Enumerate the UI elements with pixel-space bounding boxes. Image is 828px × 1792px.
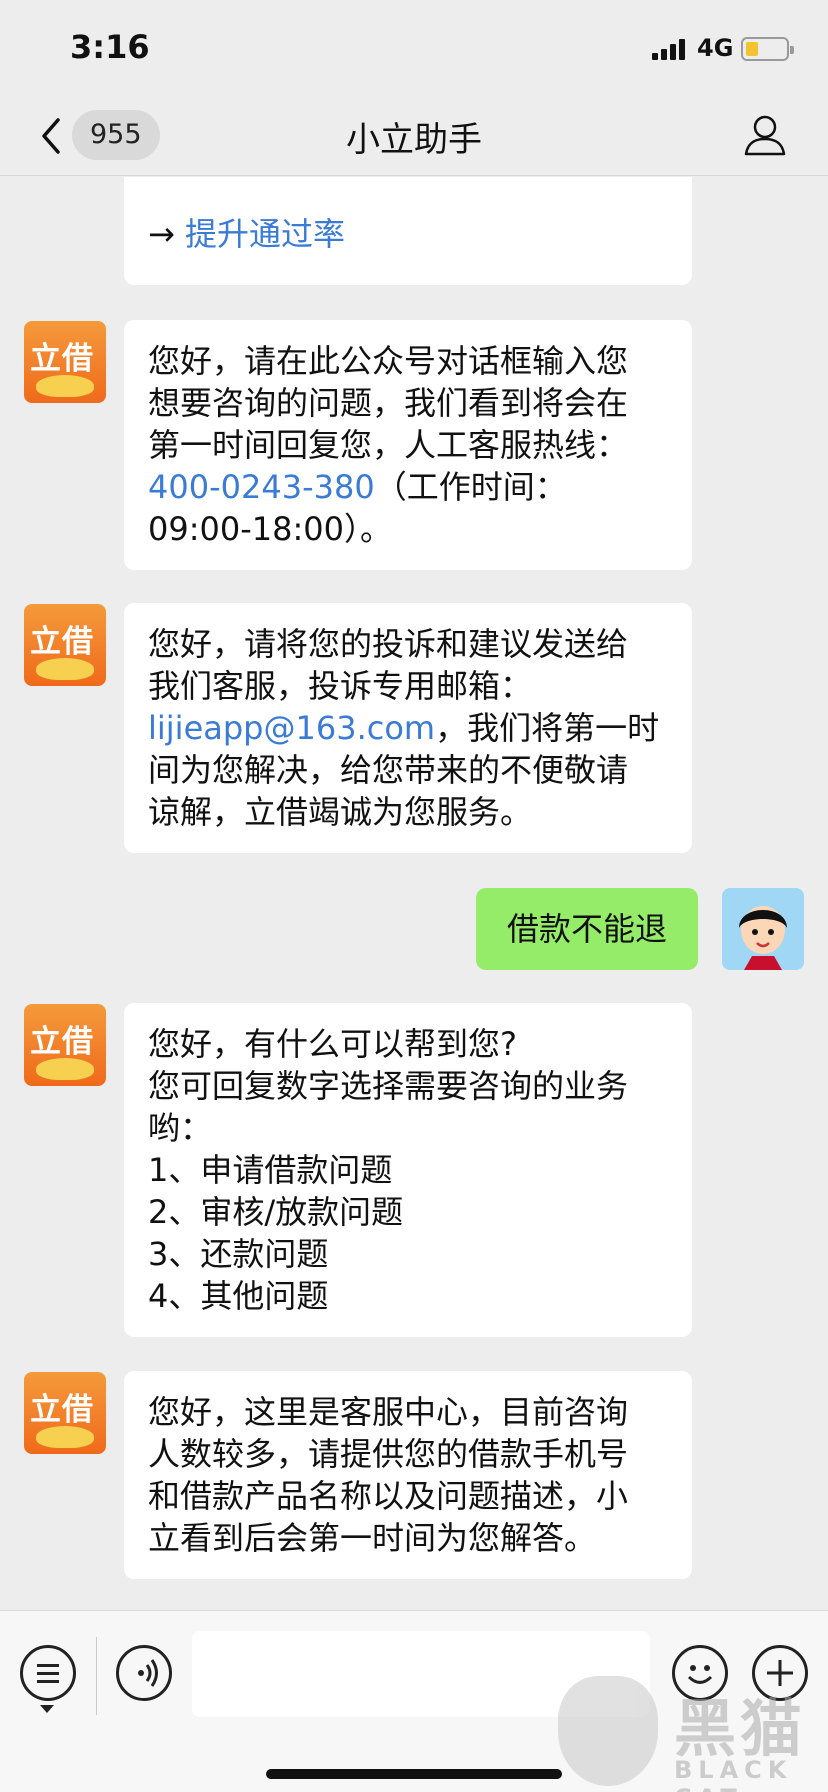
signal-icon: [652, 38, 688, 60]
lijie-avatar[interactable]: 立借: [24, 321, 106, 403]
lijie-avatar[interactable]: 立借: [24, 1004, 106, 1086]
chat-area[interactable]: → 提升通过率 立借 您好，请在此公众号对话框输入您 想要咨询的问题，我们看到将…: [0, 177, 828, 1609]
user-avatar[interactable]: [722, 888, 804, 970]
cat-shield-icon: [558, 1676, 658, 1786]
hotline-link[interactable]: 400-0243-380: [148, 468, 375, 506]
voice-icon[interactable]: [116, 1645, 172, 1701]
menu-icon[interactable]: [20, 1645, 76, 1701]
user-message-bubble: 借款不能退: [476, 888, 698, 970]
page-title: 小立助手: [346, 120, 482, 160]
message-bubble: 您好，请在此公众号对话框输入您 想要咨询的问题，我们看到将会在 第一时间回复您，…: [124, 320, 692, 570]
message-bubble: 您好，这里是客服中心，目前咨询 人数较多，请提供您的借款手机号 和借款产品名称以…: [124, 1371, 692, 1579]
watermark-text: 黑猫: [674, 1692, 807, 1765]
network-type: 4G: [697, 34, 734, 62]
improve-pass-rate-link[interactable]: 提升通过率: [185, 215, 345, 253]
email-link[interactable]: lijieapp@163.com: [148, 709, 435, 747]
menu-caret-icon: [40, 1705, 54, 1713]
watermark-logo: 黑猫 BLACK CAT: [556, 1668, 828, 1792]
status-bar: 3:16 4G: [0, 0, 828, 96]
watermark-subtext: BLACK CAT: [674, 1756, 793, 1792]
message-bubble: 您好，请将您的投诉和建议发送给 我们客服，投诉专用邮箱： lijieapp@16…: [124, 603, 692, 853]
lijie-avatar[interactable]: 立借: [24, 604, 106, 686]
arrow-icon: →: [148, 215, 175, 253]
nav-bar: 955 小立助手: [0, 96, 828, 176]
unread-count-badge[interactable]: 955: [72, 110, 160, 160]
profile-icon[interactable]: [742, 112, 788, 158]
message-bubble: → 提升通过率: [124, 177, 692, 285]
status-time: 3:16: [70, 28, 150, 66]
message-bubble: 您好，有什么可以帮到您? 您可回复数字选择需要咨询的业务 哟： 1、申请借款问题…: [124, 1003, 692, 1337]
toolbar-divider: [96, 1637, 97, 1715]
back-icon[interactable]: [36, 112, 66, 160]
lijie-avatar[interactable]: 立借: [24, 1372, 106, 1454]
battery-icon: [741, 37, 794, 61]
home-indicator: [266, 1769, 562, 1779]
